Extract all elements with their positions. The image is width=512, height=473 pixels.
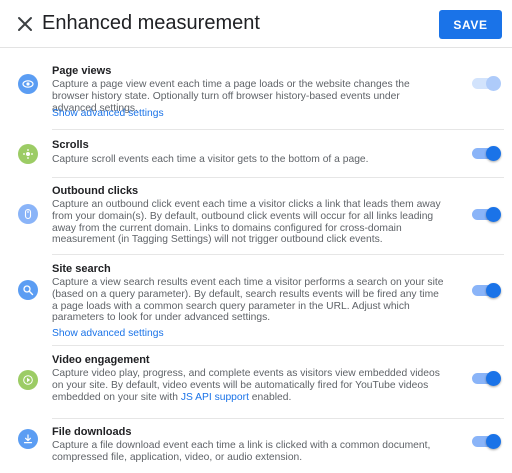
outbound-clicks-toggle[interactable]: [472, 207, 501, 222]
toggle-thumb: [486, 283, 501, 298]
list-item-outbound-clicks: Outbound clicks Capture an outbound clic…: [18, 178, 504, 255]
item-description: Capture a file download event each time …: [52, 440, 431, 463]
item-description: Capture an outbound click event each tim…: [52, 199, 441, 246]
item-title: Video engagement: [52, 354, 150, 366]
item-description: Capture scroll events each time a visito…: [52, 154, 369, 165]
item-description: Capture video play, progress, and comple…: [52, 368, 444, 403]
play-icon: [18, 370, 38, 390]
list-item-file-downloads: File downloads Capture a file download e…: [18, 419, 504, 471]
search-icon: [18, 280, 38, 300]
item-title: File downloads: [52, 426, 132, 438]
list-item-video-engagement: Video engagement Capture video play, pro…: [18, 346, 504, 419]
dialog-header: Enhanced measurement SAVE: [0, 0, 512, 48]
list-item-site-search: Site search Capture a view search result…: [18, 255, 504, 346]
item-title: Site search: [52, 263, 111, 275]
eye-icon: [18, 74, 38, 94]
toggle-thumb: [486, 434, 501, 449]
item-title: Page views: [52, 65, 112, 77]
toggle-thumb: [486, 76, 501, 91]
download-icon: [18, 429, 38, 449]
scroll-crosshair-icon: [18, 144, 38, 164]
site-search-toggle[interactable]: [472, 283, 501, 298]
video-engagement-toggle[interactable]: [472, 371, 501, 386]
item-title: Outbound clicks: [52, 185, 139, 197]
mouse-icon: [18, 204, 38, 224]
list-item-scrolls: Scrolls Capture scroll events each time …: [18, 130, 504, 178]
show-advanced-settings-link[interactable]: Show advanced settings: [52, 328, 164, 339]
item-description: Capture a view search results event each…: [52, 277, 444, 324]
close-icon[interactable]: [14, 13, 36, 35]
js-api-support-link[interactable]: JS API support: [181, 392, 249, 403]
toggle-thumb: [486, 207, 501, 222]
description-suffix: enabled.: [248, 391, 292, 403]
show-advanced-settings-link[interactable]: Show advanced settings: [52, 108, 164, 119]
toggle-thumb: [486, 146, 501, 161]
page-views-toggle[interactable]: [472, 76, 501, 91]
list-item-page-views: Page views Capture a page view event eac…: [18, 49, 504, 130]
scrolls-toggle[interactable]: [472, 146, 501, 161]
toggle-thumb: [486, 371, 501, 386]
save-button[interactable]: SAVE: [439, 10, 502, 39]
page-title: Enhanced measurement: [42, 12, 260, 34]
item-title: Scrolls: [52, 139, 89, 151]
settings-list: Page views Capture a page view event eac…: [0, 49, 512, 471]
file-downloads-toggle[interactable]: [472, 434, 501, 449]
